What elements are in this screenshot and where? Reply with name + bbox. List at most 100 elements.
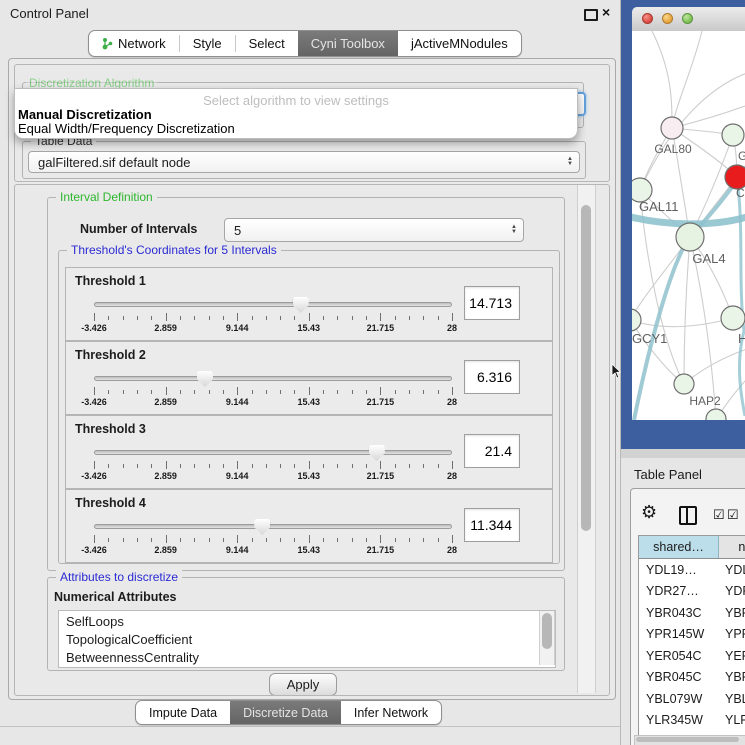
- window-close-icon[interactable]: ×: [602, 4, 610, 20]
- node-bottom-partial[interactable]: [706, 409, 726, 420]
- table-row[interactable]: YBR043CYBR0: [639, 602, 745, 624]
- popup-placeholder: Select algorithm to view settings: [15, 93, 577, 108]
- threshold-2-label: Threshold 2: [75, 348, 146, 362]
- node-ga[interactable]: [722, 124, 744, 146]
- attributes-group-label: Attributes to discretize: [56, 570, 182, 584]
- node-gal80[interactable]: [661, 117, 683, 139]
- apply-button[interactable]: Apply: [269, 673, 337, 696]
- cell: YLR3: [719, 713, 745, 727]
- tab-select[interactable]: Select: [236, 31, 298, 56]
- threshold-3-value-field[interactable]: [464, 434, 520, 468]
- tab-network[interactable]: Network: [89, 31, 179, 56]
- slider-track[interactable]: [94, 450, 452, 455]
- tab-discretize-data[interactable]: Discretize Data: [230, 701, 341, 724]
- threshold-3-slider[interactable]: -3.4262.8599.14415.4321.71528: [94, 450, 452, 486]
- screenshot-root: Control Panel × Network Style Select Cyn…: [0, 0, 745, 745]
- table-row[interactable]: YBL079WYBL0: [639, 688, 745, 710]
- cell: YBR0: [719, 606, 745, 620]
- table-row[interactable]: YER054CYER0: [639, 645, 745, 667]
- table-row[interactable]: YBR045CYBR0: [639, 667, 745, 689]
- settings-scrollbar-thumb[interactable]: [581, 205, 591, 531]
- threshold-1-panel: Threshold 1 -3.4262.8599.14415.4321.7152…: [65, 267, 553, 341]
- algorithm-popup: Select algorithm to view settings Manual…: [14, 88, 578, 139]
- table-horizontal-scrollbar-thumb[interactable]: [636, 737, 739, 742]
- number-of-intervals-combobox[interactable]: 5 ▲▼: [224, 218, 524, 242]
- node-gal4[interactable]: [676, 223, 704, 251]
- slider-track[interactable]: [94, 376, 452, 381]
- list-item[interactable]: SelfLoops: [59, 613, 555, 631]
- column-header-shared-name[interactable]: shared…: [639, 536, 719, 558]
- slider-tick-labels: -3.4262.8599.14415.4321.71528: [94, 471, 452, 482]
- tab-cyni-toolbox[interactable]: Cyni Toolbox: [298, 31, 398, 56]
- numerical-attributes-list[interactable]: SelfLoops TopologicalCoefficient Between…: [58, 610, 556, 668]
- threshold-1-slider[interactable]: -3.4262.8599.14415.4321.71528: [94, 302, 452, 338]
- minimize-traffic-light-icon[interactable]: [662, 13, 673, 24]
- network-nodes: [632, 117, 745, 420]
- slider-tick-labels: -3.4262.8599.14415.4321.71528: [94, 397, 452, 408]
- close-traffic-light-icon[interactable]: [642, 13, 653, 24]
- list-item[interactable]: TopologicalCoefficient: [59, 631, 555, 649]
- network-icon: [102, 37, 113, 50]
- node-label: GAL80: [654, 142, 692, 156]
- zoom-traffic-light-icon[interactable]: [682, 13, 693, 24]
- threshold-4-value-field[interactable]: [464, 508, 520, 542]
- apply-button-label: Apply: [287, 677, 320, 692]
- slider-track[interactable]: [94, 302, 452, 307]
- slider-thumb[interactable]: [254, 519, 270, 535]
- table-row[interactable]: YLR345WYLR3: [639, 710, 745, 732]
- cell: YDR27…: [639, 584, 719, 598]
- table-header-row: shared… name: [639, 536, 745, 559]
- slider-track[interactable]: [94, 524, 452, 529]
- threshold-4-label: Threshold 4: [75, 496, 146, 510]
- slider-tick-labels: -3.4262.8599.14415.4321.71528: [94, 323, 452, 334]
- slider-ticks: [94, 461, 452, 470]
- cell: YPR1: [719, 627, 745, 641]
- thresholds-group: Threshold's Coordinates for 5 Intervals …: [58, 250, 560, 564]
- tab-impute-data[interactable]: Impute Data: [136, 701, 230, 724]
- table-horizontal-scrollbar[interactable]: [634, 735, 745, 745]
- cell: YLR345W: [639, 713, 719, 727]
- popup-option-equal-width[interactable]: Equal Width/Frequency Discretization: [18, 121, 235, 136]
- tab-jactivemnodules[interactable]: jActiveMNodules: [398, 31, 521, 56]
- node-hap2[interactable]: [674, 374, 694, 394]
- node-h[interactable]: [721, 306, 745, 330]
- slider-thumb[interactable]: [369, 445, 385, 461]
- threshold-4-slider[interactable]: -3.4262.8599.14415.4321.71528: [94, 524, 452, 560]
- split-view-icon[interactable]: [679, 506, 697, 525]
- table-data-value: galFiltered.sif default node: [38, 155, 190, 170]
- table-row[interactable]: YPR145WYPR1: [639, 624, 745, 646]
- slider-ticks: [94, 535, 452, 544]
- threshold-3-label: Threshold 3: [75, 422, 146, 436]
- settings-scrollbar[interactable]: [577, 185, 596, 693]
- network-canvas[interactable]: GAL80 GA C GAL11 GAL4 GCY1 H HAP2: [632, 31, 745, 420]
- table-row[interactable]: YDL19…YDL1: [639, 559, 745, 581]
- threshold-3-panel: Threshold 3 -3.4262.8599.14415.4321.7152…: [65, 415, 553, 489]
- slider-thumb[interactable]: [293, 297, 309, 313]
- network-window-titlebar[interactable]: [632, 7, 745, 32]
- window-float-icon[interactable]: [584, 9, 598, 21]
- cell: YPR145W: [639, 627, 719, 641]
- list-scrollbar-thumb[interactable]: [542, 613, 552, 649]
- tab-infer-network[interactable]: Infer Network: [341, 701, 441, 724]
- bottom-divider: [0, 726, 620, 727]
- list-item[interactable]: BetweennessCentrality: [59, 649, 555, 667]
- node-label: HAP2: [689, 394, 721, 408]
- checkbox-icon[interactable]: ☑: [727, 507, 739, 523]
- slider-ticks: [94, 387, 452, 396]
- node-label: GCY1: [632, 331, 667, 346]
- table-row[interactable]: YDR27…YDR2: [639, 581, 745, 603]
- checkbox-icon[interactable]: ☑: [713, 507, 725, 523]
- threshold-2-slider[interactable]: -3.4262.8599.14415.4321.71528: [94, 376, 452, 412]
- tab-style[interactable]: Style: [180, 31, 235, 56]
- table-data-combobox[interactable]: galFiltered.sif default node ▲▼: [28, 151, 580, 173]
- threshold-2-value-field[interactable]: [464, 360, 520, 394]
- popup-option-manual-discretization[interactable]: Manual Discretization: [18, 107, 152, 122]
- column-header-name[interactable]: name: [719, 536, 745, 558]
- gear-icon[interactable]: ⚙: [641, 502, 657, 523]
- list-scrollbar[interactable]: [539, 611, 555, 665]
- slider-thumb[interactable]: [197, 371, 213, 387]
- table-panel-title: Table Panel: [634, 467, 702, 482]
- node-gcy1[interactable]: [632, 309, 641, 331]
- threshold-1-value-field[interactable]: [464, 286, 520, 320]
- combo-arrows-icon: ▲▼: [511, 225, 517, 234]
